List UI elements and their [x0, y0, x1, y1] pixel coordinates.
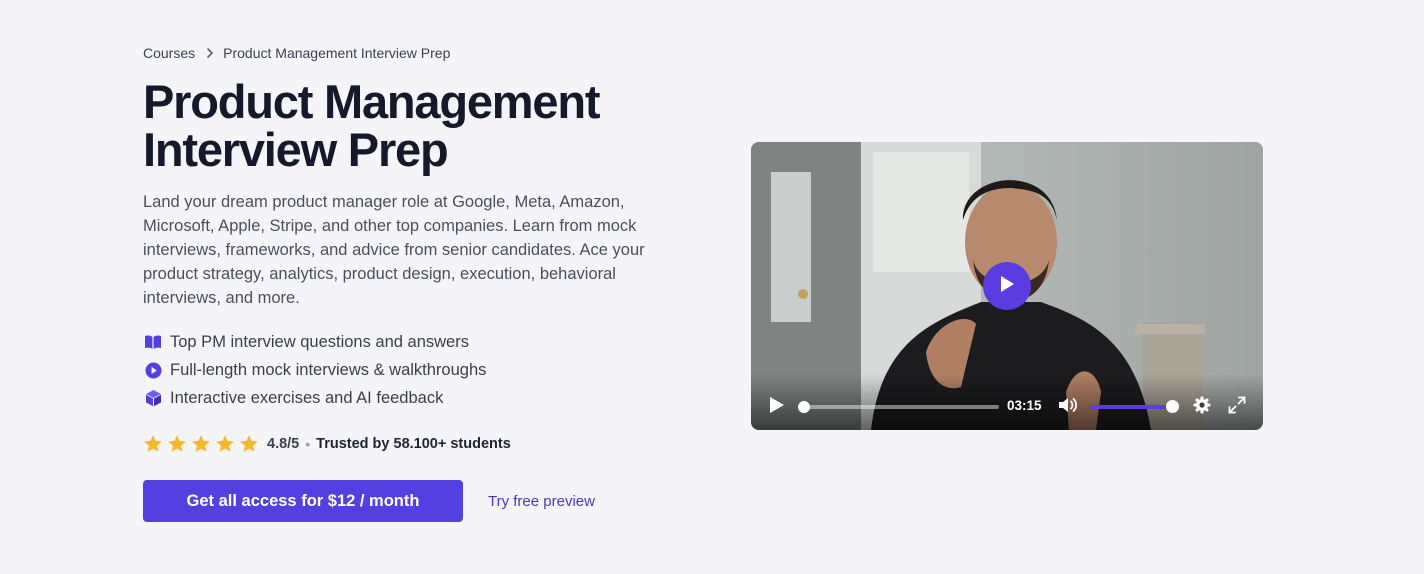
- rating: 4.8/5 • Trusted by 58.100+ students: [143, 432, 703, 456]
- play-icon: [769, 396, 785, 419]
- mute-button[interactable]: [1057, 397, 1079, 417]
- cube-icon: [144, 389, 162, 407]
- time-display: 03:15: [1007, 398, 1042, 413]
- star-icon: [216, 435, 234, 452]
- volume-slider[interactable]: [1090, 405, 1173, 409]
- video-controls: 03:15: [751, 374, 1263, 430]
- video-player[interactable]: 03:15: [751, 142, 1263, 430]
- rating-score: 4.8/5: [267, 436, 300, 452]
- course-hero: Courses Product Management Interview Pre…: [143, 44, 703, 522]
- volume-icon: [1058, 397, 1078, 418]
- breadcrumb-courses-link[interactable]: Courses: [143, 45, 195, 61]
- cta-row: Get all access for $12 / month Try free …: [143, 480, 703, 522]
- gear-icon: [1193, 396, 1211, 419]
- page-title-line-2: Interview Prep: [143, 123, 449, 176]
- star-icon: [240, 435, 258, 452]
- fullscreen-button[interactable]: [1227, 396, 1247, 419]
- feature-item: Top PM interview questions and answers: [143, 328, 703, 356]
- try-free-preview-link[interactable]: Try free preview: [488, 493, 595, 510]
- book-icon: [144, 333, 162, 351]
- settings-button[interactable]: [1192, 396, 1212, 419]
- fullscreen-icon: [1228, 396, 1246, 419]
- feature-label: Top PM interview questions and answers: [170, 332, 469, 351]
- breadcrumb: Courses Product Management Interview Pre…: [143, 44, 703, 62]
- star-rating: [143, 434, 259, 454]
- star-icon: [168, 435, 186, 452]
- star-icon: [192, 435, 210, 452]
- page-title-line-1: Product Management: [143, 75, 600, 128]
- feature-item: Full-length mock interviews & walkthroug…: [143, 356, 703, 384]
- big-play-button[interactable]: [983, 262, 1031, 310]
- feature-label: Interactive exercises and AI feedback: [170, 388, 444, 407]
- star-icon: [144, 435, 162, 452]
- feature-item: Interactive exercises and AI feedback: [143, 384, 703, 412]
- get-access-button[interactable]: Get all access for $12 / month: [143, 480, 463, 522]
- play-icon: [999, 275, 1015, 298]
- rating-separator: •: [305, 436, 311, 452]
- progress-handle[interactable]: [798, 401, 810, 413]
- trusted-by-text: Trusted by 58.100+ students: [316, 436, 511, 452]
- chevron-right-icon: [206, 47, 214, 59]
- feature-list: Top PM interview questions and answers F…: [143, 328, 703, 412]
- breadcrumb-current: Product Management Interview Prep: [223, 45, 451, 61]
- course-description: Land your dream product manager role at …: [143, 193, 645, 307]
- page-title: Product Management Interview Prep: [143, 78, 703, 174]
- volume-handle[interactable]: [1166, 400, 1179, 413]
- feature-label: Full-length mock interviews & walkthroug…: [170, 360, 487, 379]
- play-circle-icon: [144, 361, 162, 379]
- progress-bar[interactable]: [804, 405, 999, 409]
- play-button[interactable]: [767, 396, 787, 419]
